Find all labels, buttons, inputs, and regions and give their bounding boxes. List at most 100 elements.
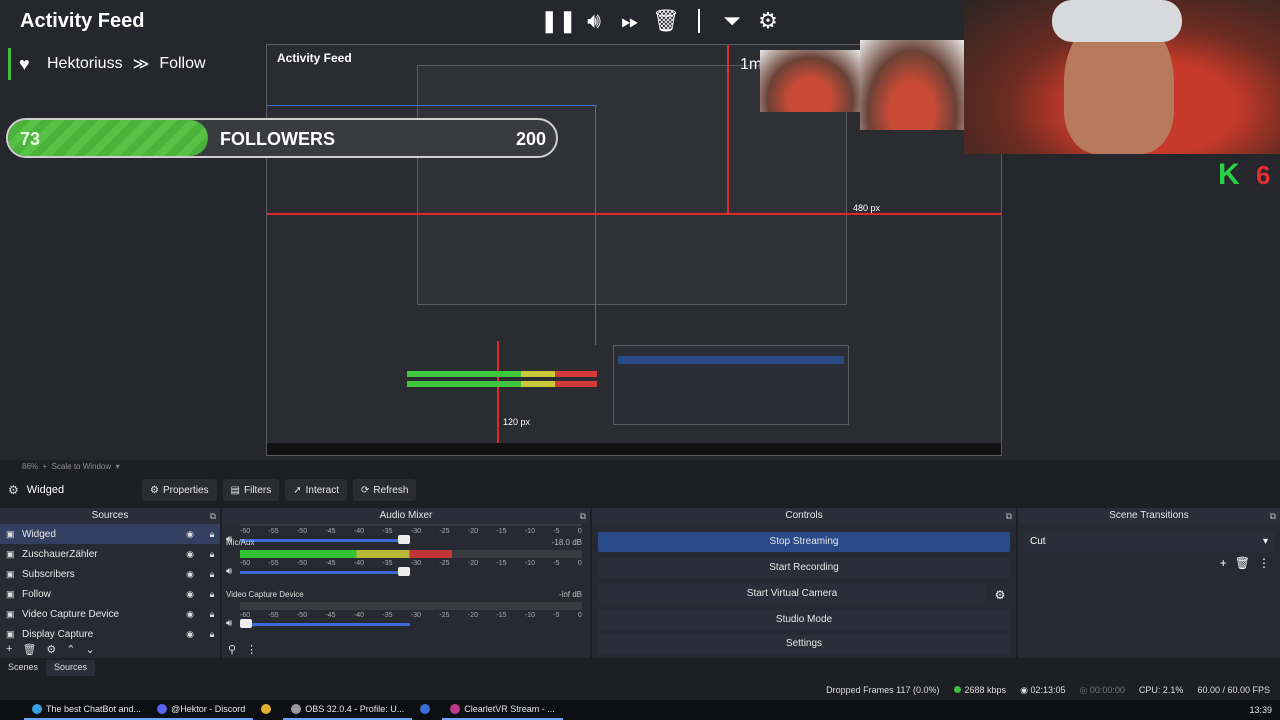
add-icon[interactable]: + xyxy=(1220,556,1227,570)
studio-mode-button[interactable]: Studio Mode xyxy=(598,610,1010,630)
skip-icon[interactable]: ⏩︎ xyxy=(612,8,648,34)
level-fill xyxy=(240,550,453,558)
heart-icon: ♥︎ xyxy=(19,54,30,74)
zoom-percent[interactable]: 86% xyxy=(22,462,38,471)
taskbar-item[interactable] xyxy=(412,700,442,720)
taskbar-item[interactable]: @Hektor - Discord xyxy=(149,700,254,720)
eye-icon[interactable]: ◉ xyxy=(182,569,198,580)
stream-preview[interactable]: Activity Feed 480 px 120 px Activity Fee… xyxy=(0,0,1280,460)
lock-icon[interactable]: 🔒︎ xyxy=(204,589,220,600)
tab-scenes[interactable]: Scenes xyxy=(0,660,46,676)
tick-label: -20 xyxy=(467,560,478,567)
volume-icon[interactable]: 🔊︎ xyxy=(226,566,232,577)
menu-icon[interactable]: ⋮ xyxy=(1258,556,1270,570)
selected-source-name: Widged xyxy=(26,484,65,496)
lock-icon[interactable]: 🔒︎ xyxy=(204,629,220,640)
transitions-title-text: Scene Transitions xyxy=(1109,510,1189,521)
audio-mixer-dock: Audio Mixer ⧉ -60 -55 -50 -45 -40 -35 -30 -25 -20… xyxy=(222,508,590,658)
filter-icon[interactable]: ⏷ xyxy=(714,8,750,34)
volume-icon[interactable]: 🔊︎ xyxy=(226,618,232,629)
taskbar-item[interactable] xyxy=(253,700,283,720)
guide-line xyxy=(497,341,499,455)
guide-line xyxy=(267,105,597,106)
popout-icon[interactable]: ⧉ xyxy=(580,508,586,524)
link-icon[interactable]: ⚲ xyxy=(228,643,236,656)
settings-button[interactable]: Settings xyxy=(598,634,1010,654)
volume-fader[interactable] xyxy=(240,623,410,626)
source-name: Display Capture xyxy=(22,628,94,640)
tick-label: -30 xyxy=(410,560,422,567)
stop-streaming-button[interactable]: Stop Streaming xyxy=(598,532,1010,552)
app-icon xyxy=(450,704,461,714)
gear-icon[interactable]: ⚙︎ xyxy=(46,643,56,656)
fader-knob[interactable] xyxy=(398,567,410,576)
tick-label: -35 xyxy=(382,528,393,535)
dimension-label: 120 px xyxy=(503,417,531,427)
taskbar-item[interactable]: The best ChatBot and... xyxy=(24,700,150,720)
lock-icon[interactable]: 🔒︎ xyxy=(204,569,220,580)
filters-label: Filters xyxy=(244,484,272,496)
tick-label: -15 xyxy=(496,528,507,535)
up-arrow-icon[interactable]: ⌃ xyxy=(66,643,75,656)
tick-label: 0 xyxy=(577,612,582,619)
tick-label: -60 xyxy=(240,612,251,619)
interact-button[interactable]: ➚ Interact xyxy=(285,479,347,501)
controls-dock: Controls ⧉ Stop Streaming Start Recording… xyxy=(592,508,1016,658)
eye-icon[interactable]: ◉ xyxy=(182,629,198,640)
sources-list: ▣ Widged ◉ 🔒︎ ▣ ZuschauerZähler ◉ 🔒︎ ▣ Subscriber… xyxy=(0,524,220,644)
volume-icon[interactable]: 🔊︎ xyxy=(576,8,612,34)
gear-icon[interactable]: ⚙︎ xyxy=(750,8,786,34)
tick-label: -20 xyxy=(467,612,478,619)
tick-label: -35 xyxy=(382,612,393,619)
pause-icon[interactable]: ❚❚ xyxy=(540,8,577,34)
source-toolbar: ⚙︎ Widged ⚙︎ Properties ▤ Filters ➚ Interac… xyxy=(0,478,1280,502)
source-item[interactable]: ▣ ZuschauerZähler ◉ 🔒︎ xyxy=(0,544,220,564)
transition-select[interactable]: Cut ▾ xyxy=(1024,532,1274,552)
lock-icon[interactable]: 🔒︎ xyxy=(204,529,220,540)
level-meter xyxy=(240,524,582,526)
eye-icon[interactable]: ◉ xyxy=(182,549,198,560)
menu-icon[interactable]: ⋮ xyxy=(246,643,257,656)
eye-icon[interactable]: ◉ xyxy=(182,529,198,540)
properties-button[interactable]: ⚙︎ Properties xyxy=(142,479,217,501)
popout-icon[interactable]: ⧉ xyxy=(1270,508,1276,524)
arrow-icon: ≫ xyxy=(132,56,150,73)
taskbar-label: The best ChatBot and... xyxy=(46,704,142,714)
popout-icon[interactable]: ⧉ xyxy=(210,508,216,524)
gear-icon[interactable]: ⚙︎ xyxy=(990,588,1010,602)
separator xyxy=(698,9,700,33)
popout-icon[interactable]: ⧉ xyxy=(1006,508,1012,524)
lock-icon[interactable]: 🔒︎ xyxy=(204,609,220,620)
refresh-button[interactable]: ⟳ Refresh xyxy=(352,479,417,501)
source-item[interactable]: ▣ Subscribers ◉ 🔒︎ xyxy=(0,564,220,584)
source-item[interactable]: ▣ Follow ◉ 🔒︎ xyxy=(0,584,220,604)
fader-knob[interactable] xyxy=(240,619,252,628)
taskbar-item[interactable]: OBS 32.0.4 - Profile: U... xyxy=(283,700,413,720)
filters-button[interactable]: ▤ Filters xyxy=(222,479,280,501)
eye-icon[interactable]: ◉ xyxy=(182,609,198,620)
status-dot xyxy=(953,686,961,693)
lock-icon[interactable]: 🔒︎ xyxy=(204,549,220,560)
eye-icon[interactable]: ◉ xyxy=(182,589,198,600)
down-arrow-icon[interactable]: ⌄ xyxy=(86,643,95,656)
add-icon[interactable]: + xyxy=(6,643,12,655)
volume-fader[interactable] xyxy=(240,571,410,574)
channel-name: Mic/Aux xyxy=(226,538,255,547)
source-name: Follow xyxy=(22,588,51,600)
taskbar-item[interactable]: ClearletVR Stream - ... xyxy=(442,700,563,720)
trash-icon[interactable]: 🗑︎ xyxy=(22,643,36,656)
start-recording-button[interactable]: Start Recording xyxy=(598,558,1010,578)
source-name: Subscribers xyxy=(22,568,75,580)
tick-label: 0 xyxy=(577,560,582,567)
mixer-channel: Video Capture Device -inf dB -60 -55 -50 -45-… xyxy=(222,588,590,640)
source-item[interactable]: ▣ Widged ◉ 🔒︎ xyxy=(0,524,220,544)
controls-title-text: Controls xyxy=(785,510,823,521)
tab-sources[interactable]: Sources xyxy=(46,660,96,676)
start-virtual-camera-button[interactable]: Start Virtual Camera xyxy=(598,584,986,604)
trash-icon[interactable]: 🗑︎ xyxy=(1235,556,1250,570)
trash-icon[interactable]: 🗑︎ xyxy=(648,8,684,34)
tick-label: -25 xyxy=(439,560,450,567)
zoom-mode[interactable]: Scale to Window xyxy=(52,462,112,471)
source-item[interactable]: ▣ Video Capture Device ◉ 🔒︎ xyxy=(0,604,220,624)
source-name: ZuschauerZähler xyxy=(22,548,98,560)
